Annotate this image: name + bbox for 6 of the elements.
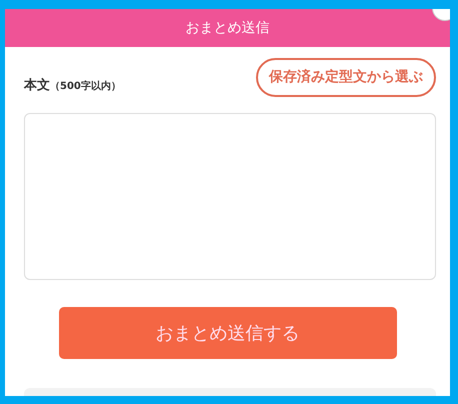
- body-label: 本文: [24, 76, 50, 94]
- message-input-field[interactable]: [24, 113, 436, 280]
- body-note: （500字以内）: [50, 79, 121, 94]
- bulk-send-button[interactable]: おまとめ送信する: [58, 307, 396, 359]
- modal-title: おまとめ送信: [186, 18, 270, 38]
- template-select-button[interactable]: 保存済み定型文から選ぶ: [256, 58, 436, 97]
